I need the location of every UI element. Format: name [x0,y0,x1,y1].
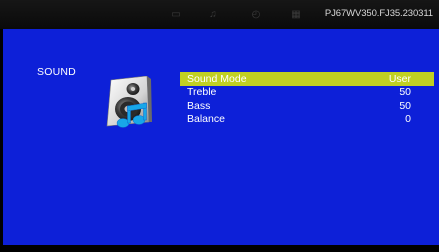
menu-item-sound-mode[interactable]: Sound Mode User [180,72,434,86]
firmware-version: PJ67WV350.FJ35.230311 [324,8,433,19]
menu-item-bass[interactable]: Bass 50 [180,99,434,113]
bottom-border [0,245,439,252]
section-title: SOUND [37,66,76,78]
music-icon[interactable]: ♫ [207,9,219,21]
menu-item-label: Balance [187,113,225,126]
speaker-music-icon [106,76,152,128]
menu-item-treble[interactable]: Treble 50 [180,86,434,100]
menu-item-balance[interactable]: Balance 0 [180,113,434,127]
tv-icon[interactable]: ▭ [170,9,182,21]
clock-icon[interactable]: ◴ [250,9,262,21]
sound-settings-panel [3,29,439,245]
grid-icon[interactable]: ▦ [290,9,302,21]
sound-menu: Sound Mode User Treble 50 Bass 50 Balanc… [180,72,434,126]
menu-item-label: Sound Mode [187,72,247,85]
menu-item-label: Treble [187,86,217,99]
menu-item-value: 50 [399,86,411,99]
menu-item-value: 0 [405,113,411,126]
menu-item-value: 50 [399,99,411,112]
top-status-bar: ▭ ♫ ◴ ▦ PJ67WV350.FJ35.230311 [0,0,439,29]
menu-item-value: User [388,72,411,85]
menu-item-label: Bass [187,99,211,112]
osd-screen: ▭ ♫ ◴ ▦ PJ67WV350.FJ35.230311 SOUND Soun… [0,0,439,252]
